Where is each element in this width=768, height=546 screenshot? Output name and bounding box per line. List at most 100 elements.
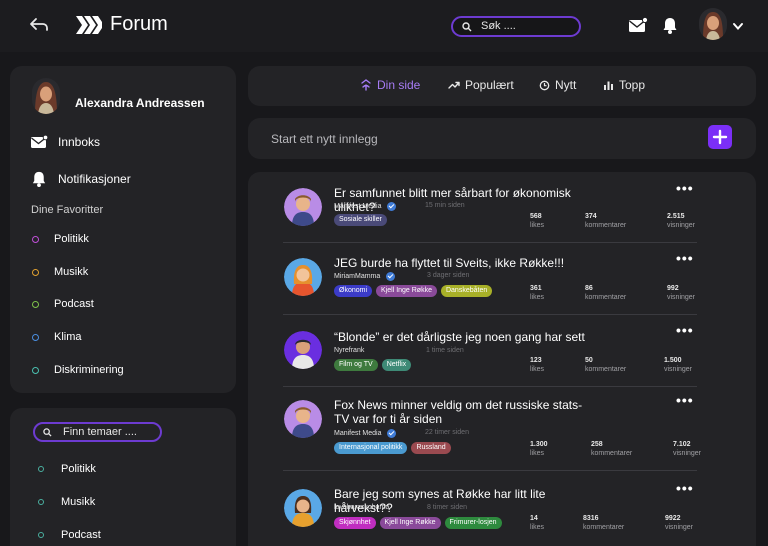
more-options-icon[interactable]: •••	[676, 322, 694, 338]
post-divider	[283, 386, 697, 387]
more-options-icon[interactable]: •••	[676, 392, 694, 408]
views-label: visninger	[665, 524, 694, 531]
search-icon	[43, 428, 52, 437]
post-time: 8 timer siden	[427, 504, 468, 511]
favorite-dot-icon	[32, 300, 39, 308]
author-name: Nyrefrank	[334, 347, 365, 354]
comments-label: kommentarer	[585, 294, 627, 301]
favorite-item-klima[interactable]: Klima	[32, 331, 82, 343]
author-name: Manifest Media	[334, 203, 382, 210]
tab-topp[interactable]: Topp	[603, 78, 645, 92]
more-options-icon[interactable]: •••	[676, 180, 694, 196]
post-author[interactable]: MiriamMamma	[334, 272, 396, 281]
comments-stat: 374 kommentarer	[585, 212, 626, 230]
tag-badge[interactable]: Internasjonal politikk	[334, 442, 408, 454]
post-divider	[283, 242, 697, 243]
comments-count: 374	[585, 213, 597, 220]
mail-icon	[31, 134, 48, 148]
profile-avatar[interactable]	[32, 78, 60, 114]
post-author[interactable]: Manifest Media	[334, 429, 397, 438]
verified-icon	[387, 202, 397, 211]
post-item[interactable]: Fox News minner veldig om det russiske s…	[275, 392, 701, 462]
post-item[interactable]: “Blonde” er det dårligste jeg noen gang …	[275, 322, 697, 384]
bar-chart-icon	[604, 81, 613, 90]
tag-badge[interactable]: Sosiale skiller	[334, 214, 387, 226]
new-post-button[interactable]	[708, 125, 732, 149]
comments-stat: 258 kommentarer	[591, 440, 632, 458]
tag-badge[interactable]: Økonomi	[334, 285, 373, 297]
favorite-item-diskriminering[interactable]: Diskriminering	[32, 364, 124, 376]
favorite-item-politikk[interactable]: Politikk	[32, 233, 89, 245]
tag-badge[interactable]: Film og TV	[334, 359, 378, 371]
comments-label: kommentarer	[585, 222, 627, 229]
mail-icon[interactable]	[628, 17, 648, 34]
post-tags: Skjønnhet Kjell Inge Røkke Frimurer-losj…	[334, 517, 506, 529]
post-avatar[interactable]	[284, 331, 322, 369]
post-author[interactable]: Manifest Media	[334, 202, 397, 211]
post-feed: Er samfunnet blitt mer sårbart for økono…	[248, 172, 756, 546]
back-arrow-icon[interactable]	[28, 14, 50, 36]
topic-item-musikk[interactable]: Musikk	[38, 496, 95, 508]
tab-din-side[interactable]: Din side	[360, 78, 420, 92]
post-item[interactable]: Er samfunnet blitt mer sårbart for økono…	[275, 180, 697, 242]
post-avatar[interactable]	[284, 489, 322, 527]
bell-icon[interactable]	[662, 16, 678, 35]
post-title[interactable]: “Blonde” er det dårligste jeg noen gang …	[334, 330, 596, 344]
topic-item-politikk[interactable]: Politikk	[38, 463, 96, 475]
post-avatar[interactable]	[284, 188, 322, 226]
likes-label: likes	[530, 366, 545, 373]
post-avatar[interactable]	[284, 258, 322, 296]
tag-badge[interactable]: Kjell Inge Røkke	[376, 285, 437, 297]
verified-icon	[387, 429, 397, 438]
views-stat: 9922 visninger	[665, 514, 693, 532]
favorite-item-podcast[interactable]: Podcast	[32, 298, 94, 310]
tag-badge[interactable]: Russland	[411, 442, 451, 454]
new-post-input[interactable]: Start ett nytt innlegg	[271, 132, 378, 146]
topic-item-podcast[interactable]: Podcast	[38, 529, 101, 541]
more-options-icon[interactable]: •••	[676, 250, 694, 266]
post-author[interactable]: Nyrefrank	[334, 347, 364, 354]
top-bar: Forum Søk ....	[0, 0, 768, 52]
likes-stat: 14 likes	[530, 514, 544, 532]
tag-badge[interactable]: Netflix	[381, 359, 412, 371]
tag-badge[interactable]: Skjønnhet	[334, 517, 376, 529]
favorites-heading: Dine Favoritter	[31, 204, 104, 216]
tag-badge[interactable]: Danskebåten	[440, 285, 493, 297]
views-count: 992	[667, 285, 679, 292]
post-item[interactable]: Bare jeg som synes at Røkke har litt lit…	[275, 480, 697, 546]
topic-dot-icon	[38, 532, 44, 538]
post-divider	[283, 470, 697, 471]
tab-nytt[interactable]: Nytt	[539, 78, 576, 92]
sidebar-item-notifications[interactable]: Notifikasjoner	[30, 169, 131, 189]
post-title[interactable]: JEG burde ha flyttet til Sveits, ikke Rø…	[334, 256, 596, 270]
likes-count: 1.300	[530, 441, 548, 448]
profile-panel: Alexandra Andreassen Innboks Notifikasjo…	[10, 66, 236, 393]
views-label: visninger	[667, 222, 696, 229]
chevron-down-icon[interactable]	[732, 22, 744, 31]
user-avatar[interactable]	[699, 8, 727, 40]
topic-search-input[interactable]: Finn temaer ....	[33, 422, 162, 442]
profile-name[interactable]: Alexandra Andreassen	[75, 96, 205, 110]
new-post-bar[interactable]: Start ett nytt innlegg	[248, 118, 756, 159]
tag-badge[interactable]: Frimurer-losjen	[444, 517, 502, 529]
favorite-label: Klima	[54, 331, 82, 343]
tag-badge[interactable]: Kjell Inge Røkke	[379, 517, 441, 529]
views-stat: 2.515 visninger	[667, 212, 695, 230]
post-author[interactable]: lovebarackobama	[334, 504, 389, 511]
favorite-dot-icon	[32, 366, 39, 374]
search-input[interactable]: Søk ....	[451, 16, 581, 37]
tab-populaert[interactable]: Populært	[448, 78, 514, 92]
favorite-label: Politikk	[54, 233, 89, 245]
home-icon	[361, 79, 371, 91]
comments-count: 50	[585, 357, 593, 364]
sidebar-item-inbox[interactable]: Innboks	[30, 132, 100, 152]
more-options-icon[interactable]: •••	[676, 480, 694, 496]
comments-count: 258	[591, 441, 603, 448]
views-count: 9922	[665, 515, 681, 522]
favorite-item-musikk[interactable]: Musikk	[32, 266, 88, 278]
favorite-label: Musikk	[54, 266, 89, 278]
post-tags: Internasjonal politikk Russland	[334, 442, 455, 454]
post-item[interactable]: JEG burde ha flyttet til Sveits, ikke Rø…	[275, 250, 697, 312]
post-title[interactable]: Fox News minner veldig om det russiske s…	[334, 398, 584, 426]
post-avatar[interactable]	[284, 400, 322, 438]
